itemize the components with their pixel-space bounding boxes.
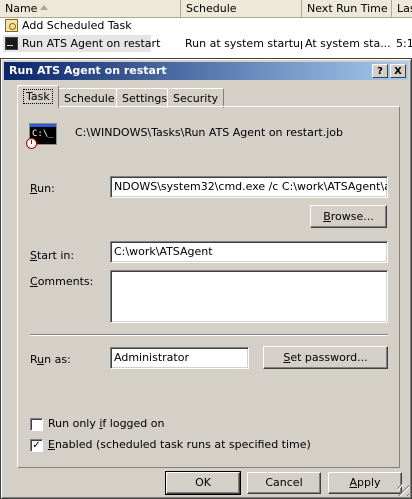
task-tab-panel (17, 106, 400, 468)
task-last-run: 5:1 (396, 37, 412, 50)
ok-button[interactable]: OK (165, 471, 241, 495)
resize-grip-icon[interactable] (397, 484, 409, 496)
tab-security-label: Security (173, 92, 219, 105)
column-next-run-label: Next Run Time (307, 2, 388, 15)
column-header-name[interactable]: Name (0, 0, 181, 17)
column-schedule-label: Schedule (186, 2, 237, 15)
column-header-last-run[interactable]: Las (392, 0, 412, 17)
task-next-run: At system sta... (305, 37, 391, 50)
tab-schedule-label: Schedule (64, 92, 115, 105)
dialog-title: Run ATS Agent on restart (9, 64, 167, 77)
list-item[interactable]: Run ATS Agent on restart Run at system s… (0, 35, 412, 52)
tab-task-label: Task (23, 89, 53, 104)
sort-ascending-icon (40, 5, 48, 10)
cmd-task-icon (5, 37, 18, 50)
column-header-next-run[interactable]: Next Run Time (302, 0, 392, 17)
task-list-header: Name Schedule Next Run Time Las (0, 0, 412, 18)
tab-settings[interactable]: Settings (116, 88, 174, 108)
column-last-run-label: Las (397, 2, 412, 15)
task-name: Add Scheduled Task (22, 19, 132, 32)
column-header-schedule[interactable]: Schedule (181, 0, 302, 17)
task-schedule: Run at system startup (185, 37, 302, 50)
help-button[interactable]: ? (372, 64, 388, 78)
column-name-label: Name (5, 2, 38, 15)
tab-task[interactable]: Task (17, 85, 59, 108)
list-item[interactable]: Add Scheduled Task (0, 17, 412, 34)
tab-schedule[interactable]: Schedule (58, 88, 121, 108)
wizard-icon (5, 19, 18, 32)
apply-hotkey: A (349, 476, 357, 489)
dialog-titlebar[interactable]: Run ATS Agent on restart ? X (4, 62, 408, 80)
close-button[interactable]: X (390, 64, 406, 78)
apply-button[interactable]: Apply (328, 472, 402, 494)
tab-settings-label: Settings (122, 92, 168, 105)
apply-label: pply (357, 476, 381, 489)
cancel-button[interactable]: Cancel (247, 472, 321, 494)
task-name: Run ATS Agent on restart (22, 37, 161, 50)
tab-security[interactable]: Security (167, 88, 225, 108)
